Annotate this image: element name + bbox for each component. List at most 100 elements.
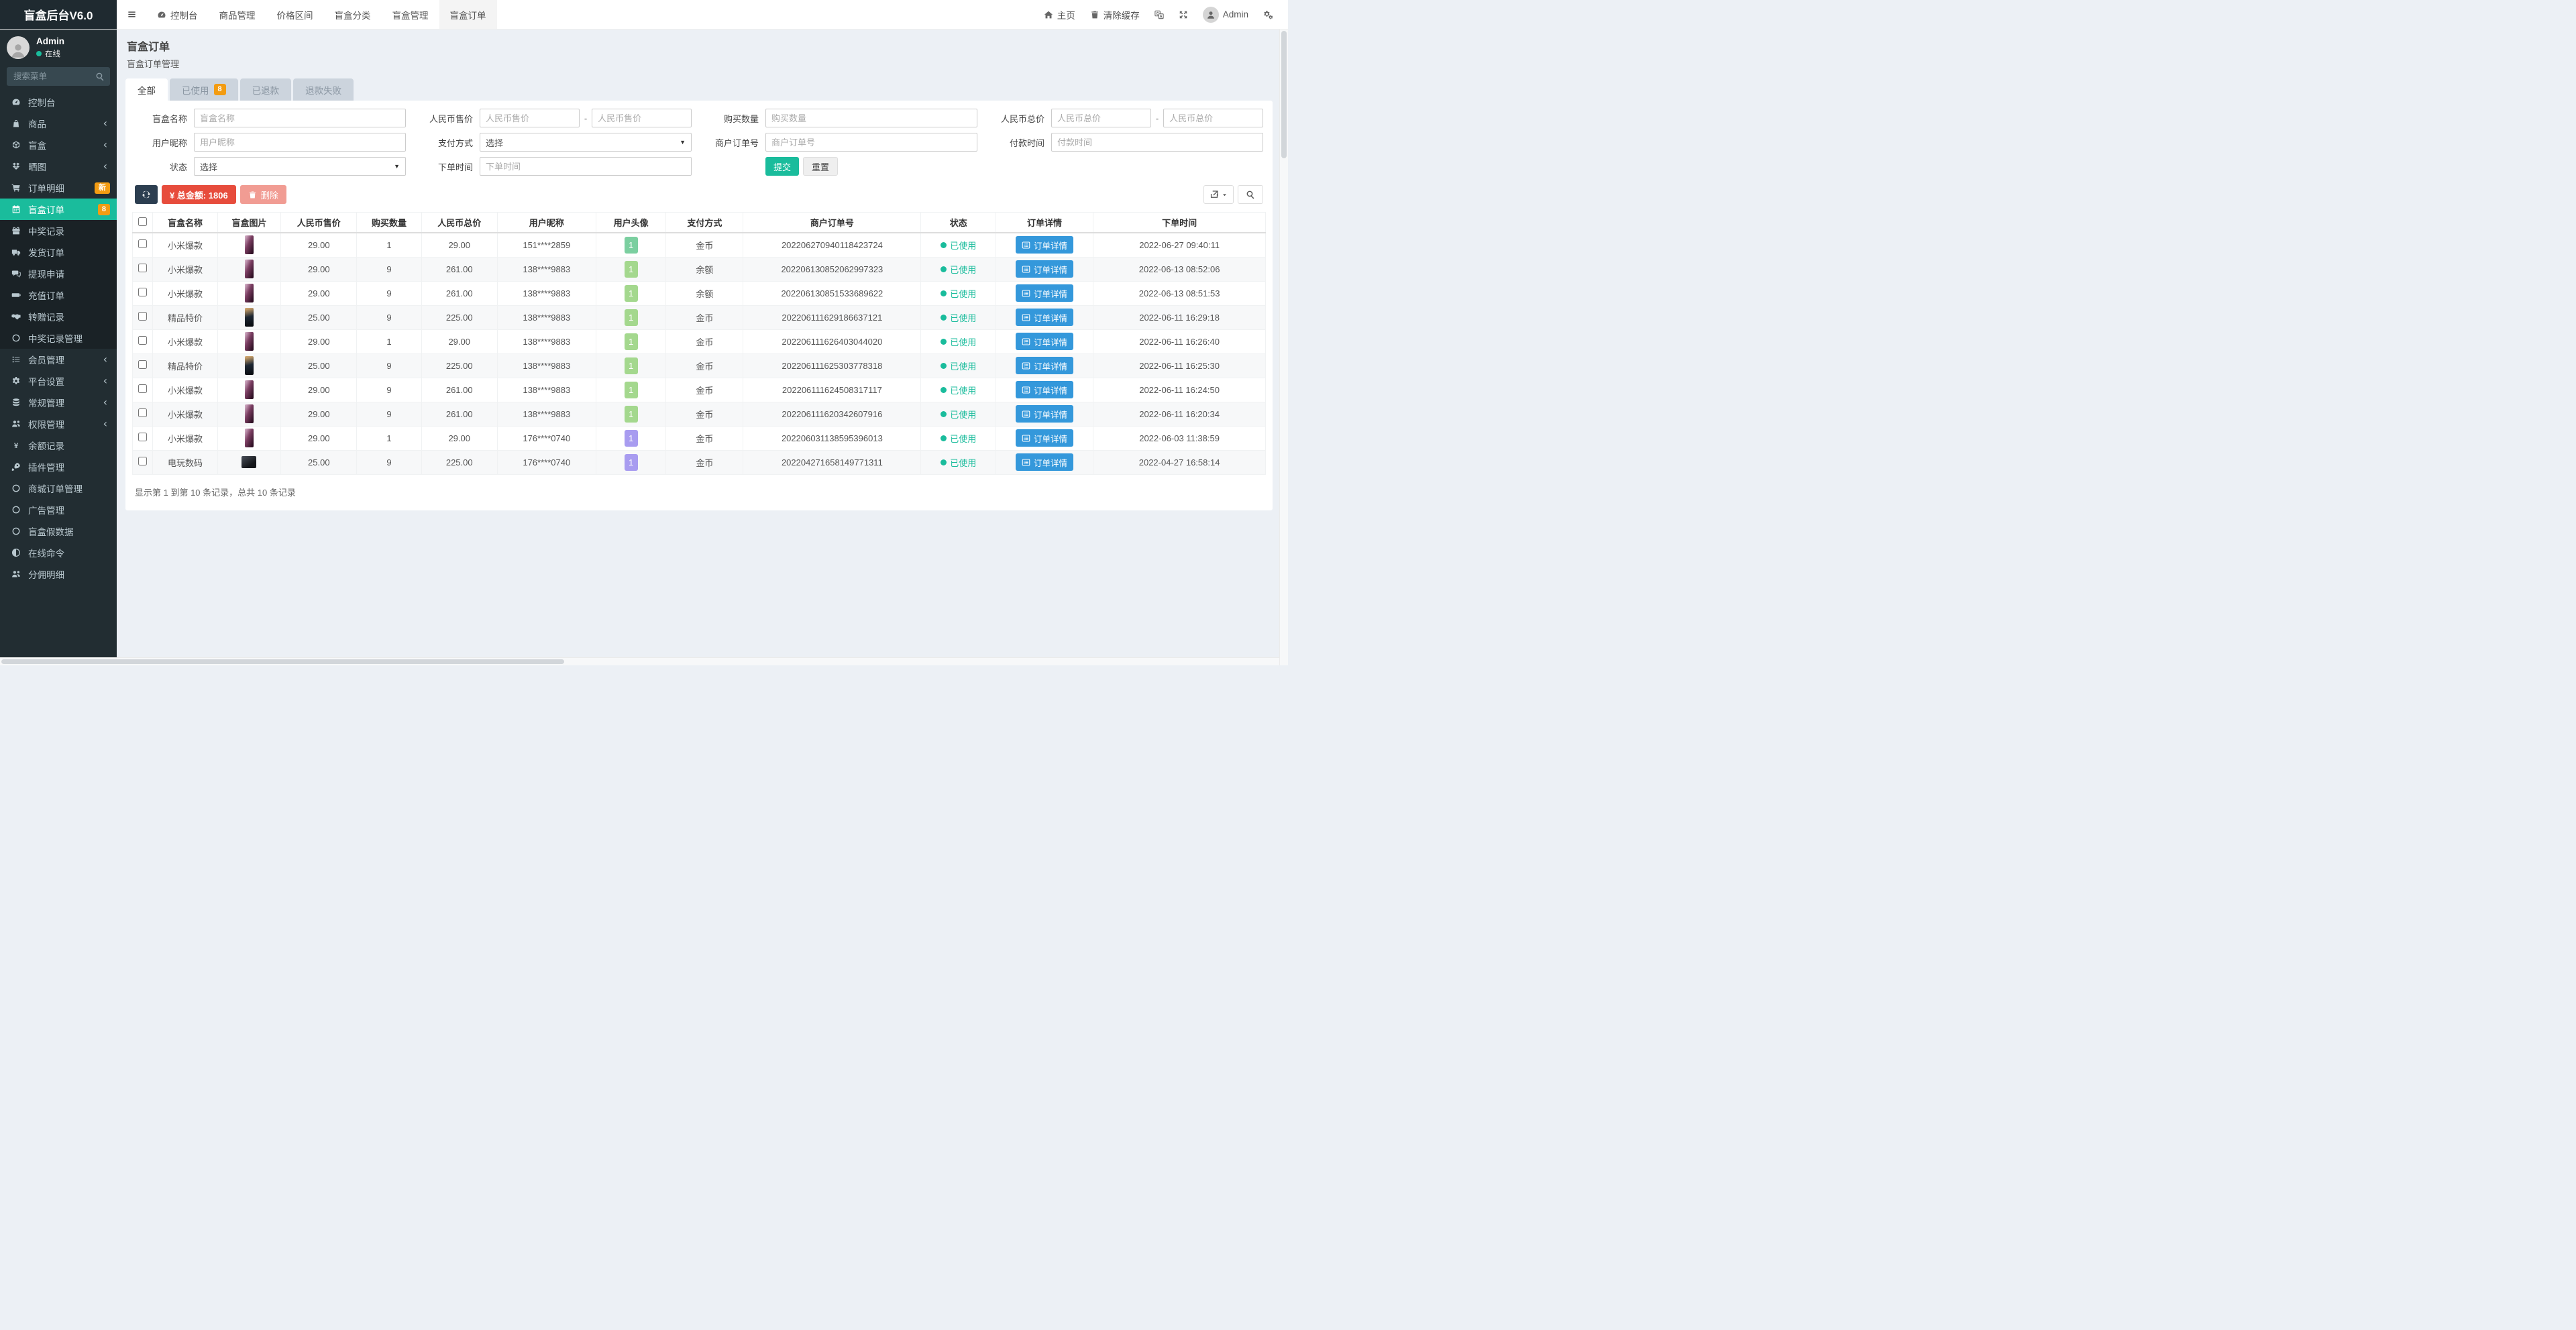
order-detail-button[interactable]: 订单详情 <box>1016 381 1073 398</box>
sidebar-item-plugin-management[interactable]: 插件管理 <box>0 456 117 478</box>
tab-badge: 8 <box>214 84 226 95</box>
delete-button[interactable]: 删除 <box>240 185 286 204</box>
merchant-order-no-input[interactable] <box>765 133 977 152</box>
row-checkbox[interactable] <box>138 336 147 345</box>
pay-time-input[interactable] <box>1051 133 1263 152</box>
row-checkbox[interactable] <box>138 384 147 393</box>
sidebar-toggle-button[interactable] <box>117 0 146 29</box>
sidebar-item-ad-management[interactable]: 广告管理 <box>0 499 117 520</box>
sidebar-item-mall-order-management[interactable]: 商城订单管理 <box>0 478 117 499</box>
order-detail-button[interactable]: 订单详情 <box>1016 236 1073 254</box>
sidebar-item-permission-management[interactable]: 权限管理‹ <box>0 413 117 435</box>
row-checkbox[interactable] <box>138 239 147 248</box>
fullscreen-button[interactable] <box>1171 0 1195 29</box>
tab-refunded[interactable]: 已退款 <box>240 78 292 101</box>
row-checkbox[interactable] <box>138 360 147 369</box>
status-dot-icon <box>941 290 947 296</box>
sidebar-item-gift-records[interactable]: 转赠记录 <box>0 306 117 327</box>
order-time-input[interactable] <box>480 157 692 176</box>
topnav-tab-blindbox-category[interactable]: 盲盒分类 <box>324 0 382 29</box>
cell-checkbox <box>133 257 153 281</box>
sidebar-item-platform-settings[interactable]: 平台设置‹ <box>0 370 117 392</box>
sidebar-item-prize-records[interactable]: 中奖记录 <box>0 220 117 241</box>
row-checkbox[interactable] <box>138 408 147 417</box>
sidebar-item-blindbox-orders[interactable]: 盲盒订单8 <box>0 199 117 220</box>
order-detail-button[interactable]: 订单详情 <box>1016 357 1073 374</box>
rmb-price-min-input[interactable] <box>480 109 580 127</box>
reset-button[interactable]: 重置 <box>803 157 838 176</box>
topnav-tab-blindbox-management[interactable]: 盲盒管理 <box>382 0 439 29</box>
tab-refund-failed[interactable]: 退款失败 <box>293 78 354 101</box>
total-amount-button[interactable]: ¥ 总金额: 1806 <box>162 185 236 204</box>
user-nick-input[interactable] <box>194 133 406 152</box>
table-row: 精品特价25.009225.00138****98831金币2022061116… <box>133 305 1266 329</box>
rmb-price-max-input[interactable] <box>592 109 692 127</box>
sidebar-item-online-command[interactable]: 在线命令 <box>0 542 117 563</box>
sidebar-item-general-management[interactable]: 常规管理‹ <box>0 392 117 413</box>
sidebar-item-shipping-orders[interactable]: 发货订单 <box>0 241 117 263</box>
horizontal-scrollbar[interactable] <box>0 657 1279 665</box>
topnav-tab-goods-management[interactable]: 商品管理 <box>209 0 266 29</box>
topnav-tab-dashboard[interactable]: 控制台 <box>146 0 209 29</box>
order-detail-button[interactable]: 订单详情 <box>1016 453 1073 471</box>
export-button[interactable] <box>1203 185 1234 204</box>
select-all-checkbox[interactable] <box>138 217 147 226</box>
sidebar-item-recharge-orders[interactable]: 充值订单 <box>0 284 117 306</box>
sidebar-item-member-management[interactable]: 会员管理‹ <box>0 349 117 370</box>
pay-method-select[interactable]: 选择▼ <box>480 133 692 152</box>
status-badge: 已使用 <box>941 239 976 252</box>
topnav-tab-price-range[interactable]: 价格区间 <box>266 0 324 29</box>
row-checkbox[interactable] <box>138 312 147 321</box>
sidebar-item-blindbox[interactable]: 盲盒‹ <box>0 134 117 156</box>
sidebar-item-commission-detail[interactable]: 分佣明细 <box>0 563 117 585</box>
buy-qty-input[interactable] <box>765 109 977 127</box>
sidebar-item-dashboard[interactable]: 控制台 <box>0 91 117 113</box>
tab-all[interactable]: 全部 <box>125 78 168 101</box>
search-icon[interactable] <box>95 72 105 81</box>
tab-used[interactable]: 已使用8 <box>170 78 238 101</box>
refresh-button[interactable] <box>135 185 158 204</box>
row-checkbox[interactable] <box>138 457 147 465</box>
topnav-tab-blindbox-orders[interactable]: 盲盒订单 <box>439 0 497 29</box>
sidebar-item-balance-records[interactable]: ¥余额记录 <box>0 435 117 456</box>
product-image <box>245 308 254 327</box>
settings-button[interactable] <box>1256 0 1280 29</box>
sidebar-item-blindbox-fake-data[interactable]: 盲盒假数据 <box>0 520 117 542</box>
sidebar-item-order-detail[interactable]: 订单明细新 <box>0 177 117 199</box>
translate-button[interactable] <box>1147 0 1171 29</box>
submit-button[interactable]: 提交 <box>765 157 799 176</box>
home-link[interactable]: 主页 <box>1036 0 1083 29</box>
vertical-scrollbar-thumb[interactable] <box>1281 31 1287 158</box>
cell-status: 已使用 <box>921 233 996 257</box>
list-alt-icon <box>1022 289 1030 298</box>
search-input[interactable] <box>7 67 110 86</box>
row-checkbox[interactable] <box>138 288 147 296</box>
row-checkbox[interactable] <box>138 264 147 272</box>
order-detail-button[interactable]: 订单详情 <box>1016 309 1073 326</box>
cell-order-no: 202206111629186637121 <box>743 305 921 329</box>
box-name-input[interactable] <box>194 109 406 127</box>
order-detail-button[interactable]: 订单详情 <box>1016 333 1073 350</box>
order-detail-button[interactable]: 订单详情 <box>1016 260 1073 278</box>
order-detail-button[interactable]: 订单详情 <box>1016 284 1073 302</box>
sidebar-item-photos[interactable]: 晒图‹ <box>0 156 117 177</box>
sidebar-item-goods[interactable]: 商品‹ <box>0 113 117 134</box>
range-separator: - <box>1156 113 1159 123</box>
filter-control <box>194 133 406 152</box>
column-search-button[interactable] <box>1238 185 1263 204</box>
cell-nick: 138****9883 <box>497 281 596 305</box>
status-select[interactable]: 选择▼ <box>194 157 406 176</box>
order-detail-button[interactable]: 订单详情 <box>1016 429 1073 447</box>
row-checkbox[interactable] <box>138 433 147 441</box>
rmb-total-max-input[interactable] <box>1163 109 1263 127</box>
sidebar-item-withdrawal-requests[interactable]: 提现申请 <box>0 263 117 284</box>
rmb-total-min-input[interactable] <box>1051 109 1151 127</box>
order-detail-button[interactable]: 订单详情 <box>1016 405 1073 423</box>
sidebar-item-prize-record-management[interactable]: 中奖记录管理 <box>0 327 117 349</box>
app-logo[interactable]: 盲盒后台V6.0 <box>0 0 117 29</box>
clear-cache-link[interactable]: 清除缓存 <box>1083 0 1147 29</box>
user-menu[interactable]: Admin <box>1195 0 1256 29</box>
vertical-scrollbar[interactable] <box>1279 30 1288 665</box>
cell-status: 已使用 <box>921 257 996 281</box>
horizontal-scrollbar-thumb[interactable] <box>1 659 564 664</box>
